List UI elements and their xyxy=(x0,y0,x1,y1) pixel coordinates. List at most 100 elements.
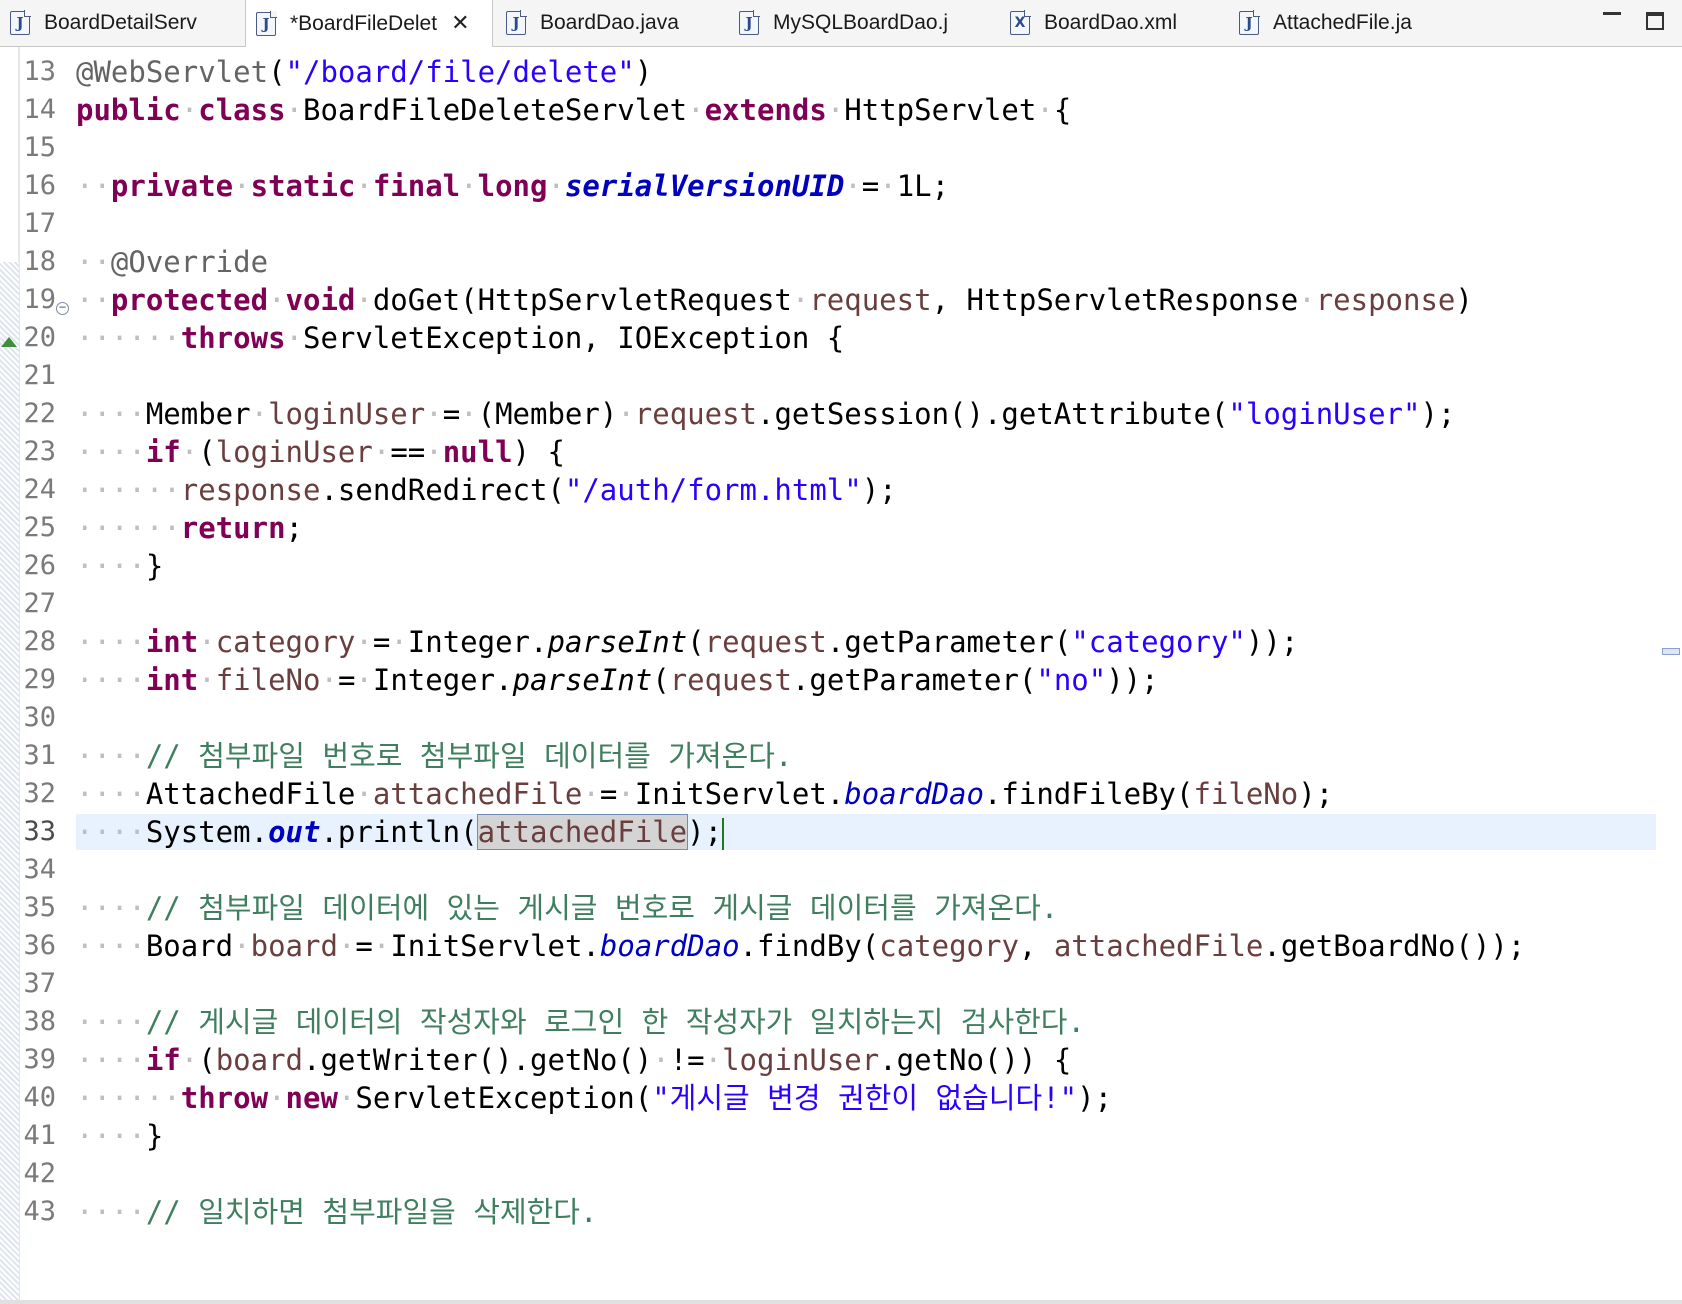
maximize-icon[interactable] xyxy=(1646,12,1664,30)
code-text[interactable]: ······throws·ServletException, IOExcepti… xyxy=(76,319,844,357)
code-text[interactable]: ··@Override xyxy=(76,243,268,281)
method-call: .getParameter( xyxy=(826,625,1072,659)
type-name: HttpServlet xyxy=(844,93,1037,127)
code-text[interactable]: @WebServlet("/board/file/delete") xyxy=(76,53,652,91)
type-name: Board xyxy=(145,929,234,963)
code-text[interactable]: ··private·static·final·long·serialVersio… xyxy=(76,167,949,205)
line-number: 29 xyxy=(23,664,56,695)
code-text[interactable]: ····Member·loginUser·=·(Member)·request.… xyxy=(76,395,1455,433)
line-number: 31 xyxy=(23,740,56,771)
keyword: void xyxy=(285,283,356,317)
line-number: 24 xyxy=(23,474,56,505)
xml-file-icon: X xyxy=(1010,10,1031,35)
code-line: 42 xyxy=(0,1155,1660,1193)
punct: ) xyxy=(1455,283,1473,317)
code-line: 16 ··private·static·final·long·serialVer… xyxy=(0,167,1660,205)
tab-board-detail-servlet[interactable]: J BoardDetailServ xyxy=(0,0,245,46)
line-number: 36 xyxy=(23,930,56,961)
code-text[interactable]: ······return; xyxy=(76,509,303,547)
tab-label: BoardDetailServ xyxy=(44,11,197,34)
code-text[interactable]: ····int·category·=·Integer.parseInt(requ… xyxy=(76,623,1298,661)
code-text[interactable]: ····if·(loginUser·==·null) { xyxy=(76,433,565,471)
tab-mysql-board-dao[interactable]: J MySQLBoardDao.j xyxy=(729,0,1000,46)
punct: )); xyxy=(1245,625,1299,659)
code-line: 23 ····if·(loginUser·==·null) { xyxy=(0,433,1660,471)
punct: { xyxy=(1053,93,1072,127)
keyword: public xyxy=(76,93,181,127)
code-text[interactable]: ····// 게시글 데이터의 작성자와 로그인 한 작성자가 일치하는지 검사… xyxy=(76,1003,1085,1041)
close-icon[interactable]: ✕ xyxy=(451,11,469,36)
punct: ); xyxy=(1420,397,1456,431)
tab-label: *BoardFileDelet xyxy=(290,11,438,35)
cast: (Member) xyxy=(477,397,618,431)
code-line: 20 ······throws·ServletException, IOExce… xyxy=(0,319,1660,357)
code-text[interactable]: public·class·BoardFileDeleteServlet·exte… xyxy=(76,91,1071,129)
minimize-icon[interactable] xyxy=(1603,12,1621,26)
code-editor[interactable]: 13 @WebServlet("/board/file/delete") 14 … xyxy=(0,47,1682,1304)
local-variable: board xyxy=(250,929,338,963)
line-number: 22 xyxy=(23,398,56,429)
code-text[interactable]: ····} xyxy=(76,1117,163,1155)
keyword: static xyxy=(250,169,356,203)
local-variable: attachedFile xyxy=(372,777,583,811)
string-literal: "/auth/form.html" xyxy=(564,473,862,507)
static-method: parseInt xyxy=(547,625,688,659)
tab-label: AttachedFile.ja xyxy=(1273,11,1412,34)
tab-attached-file[interactable]: J AttachedFile.ja xyxy=(1229,0,1479,46)
code-text[interactable]: ······response.sendRedirect("/auth/form.… xyxy=(76,471,897,509)
literal: 1L; xyxy=(896,169,950,203)
parameter: request xyxy=(704,625,827,659)
fold-collapse-icon[interactable]: − xyxy=(56,301,69,315)
comment: // 게시글 데이터의 작성자와 로그인 한 작성자가 일치하는지 검사한다. xyxy=(145,1005,1085,1039)
tab-label: BoardDao.xml xyxy=(1044,11,1178,34)
code-line: 15 xyxy=(0,129,1660,167)
code-line: 17 xyxy=(0,205,1660,243)
code-line: 34 xyxy=(0,851,1660,889)
tab-board-file-delete-servlet[interactable]: J *BoardFileDelet ✕ xyxy=(245,0,493,47)
code-text[interactable]: ····// 첨부파일 번호로 첨부파일 데이터를 가져온다. xyxy=(76,737,792,775)
code-line: 13 @WebServlet("/board/file/delete") xyxy=(0,53,1660,91)
line-number: 23 xyxy=(23,436,56,467)
code-text[interactable]: ······throw·new·ServletException("게시글 변경… xyxy=(76,1079,1112,1117)
code-text[interactable]: ····System.out.println(attachedFile); xyxy=(76,813,725,851)
code-text[interactable]: ····if·(board.getWriter().getNo()·!=·log… xyxy=(76,1041,1071,1079)
type-name: Integer. xyxy=(407,625,548,659)
static-field: serialVersionUID xyxy=(564,169,845,203)
code-text[interactable]: ····Board·board·=·InitServlet.boardDao.f… xyxy=(76,927,1525,965)
code-text[interactable]: ····// 첨부파일 데이터에 있는 게시글 번호로 게시글 데이터를 가져온… xyxy=(76,889,1058,927)
operator: = xyxy=(442,397,461,431)
code-text[interactable]: ····} xyxy=(76,547,163,585)
local-variable: fileNo xyxy=(215,663,321,697)
tab-label: BoardDao.java xyxy=(540,11,679,34)
keyword: private xyxy=(110,169,234,203)
code-text[interactable]: ····AttachedFile·attachedFile·=·InitServ… xyxy=(76,775,1333,813)
java-file-icon: J xyxy=(256,10,277,36)
line-number: 27 xyxy=(23,588,56,619)
local-variable: board xyxy=(215,1043,304,1077)
code-line: 43 ····// 일치하면 첨부파일을 삭제한다. xyxy=(0,1193,1660,1231)
horizontal-scrollbar[interactable] xyxy=(0,1300,1682,1304)
parameter: response xyxy=(180,473,321,507)
tab-board-dao-xml[interactable]: X BoardDao.xml xyxy=(1000,0,1229,46)
keyword: throws xyxy=(180,321,286,355)
overview-ruler-mark[interactable] xyxy=(1662,648,1680,655)
line-number: 17 xyxy=(23,208,56,239)
code-text[interactable]: ····// 일치하면 첨부파일을 삭제한다. xyxy=(76,1193,597,1231)
code-line: 39 ····if·(board.getWriter().getNo()·!=·… xyxy=(0,1041,1660,1079)
code-text[interactable]: ··protected·void·doGet(HttpServletReques… xyxy=(76,281,1473,319)
method-signature: doGet(HttpServletRequest xyxy=(372,283,792,317)
punct: ); xyxy=(861,473,897,507)
punct: ( xyxy=(198,1043,216,1077)
operator: == xyxy=(390,435,426,469)
tab-board-dao-java[interactable]: J BoardDao.java xyxy=(496,0,729,46)
line-number: 26 xyxy=(23,550,56,581)
type-name: Member xyxy=(145,397,251,431)
operator: = xyxy=(372,625,391,659)
type-name: System. xyxy=(145,815,269,849)
method-call: .findBy( xyxy=(739,929,880,963)
line-number: 19 xyxy=(23,284,56,315)
code-text[interactable]: ····int·fileNo·=·Integer.parseInt(reques… xyxy=(76,661,1159,699)
method-call: .getNo()) { xyxy=(879,1043,1072,1077)
text-caret xyxy=(722,818,725,850)
keyword: null xyxy=(442,435,513,469)
